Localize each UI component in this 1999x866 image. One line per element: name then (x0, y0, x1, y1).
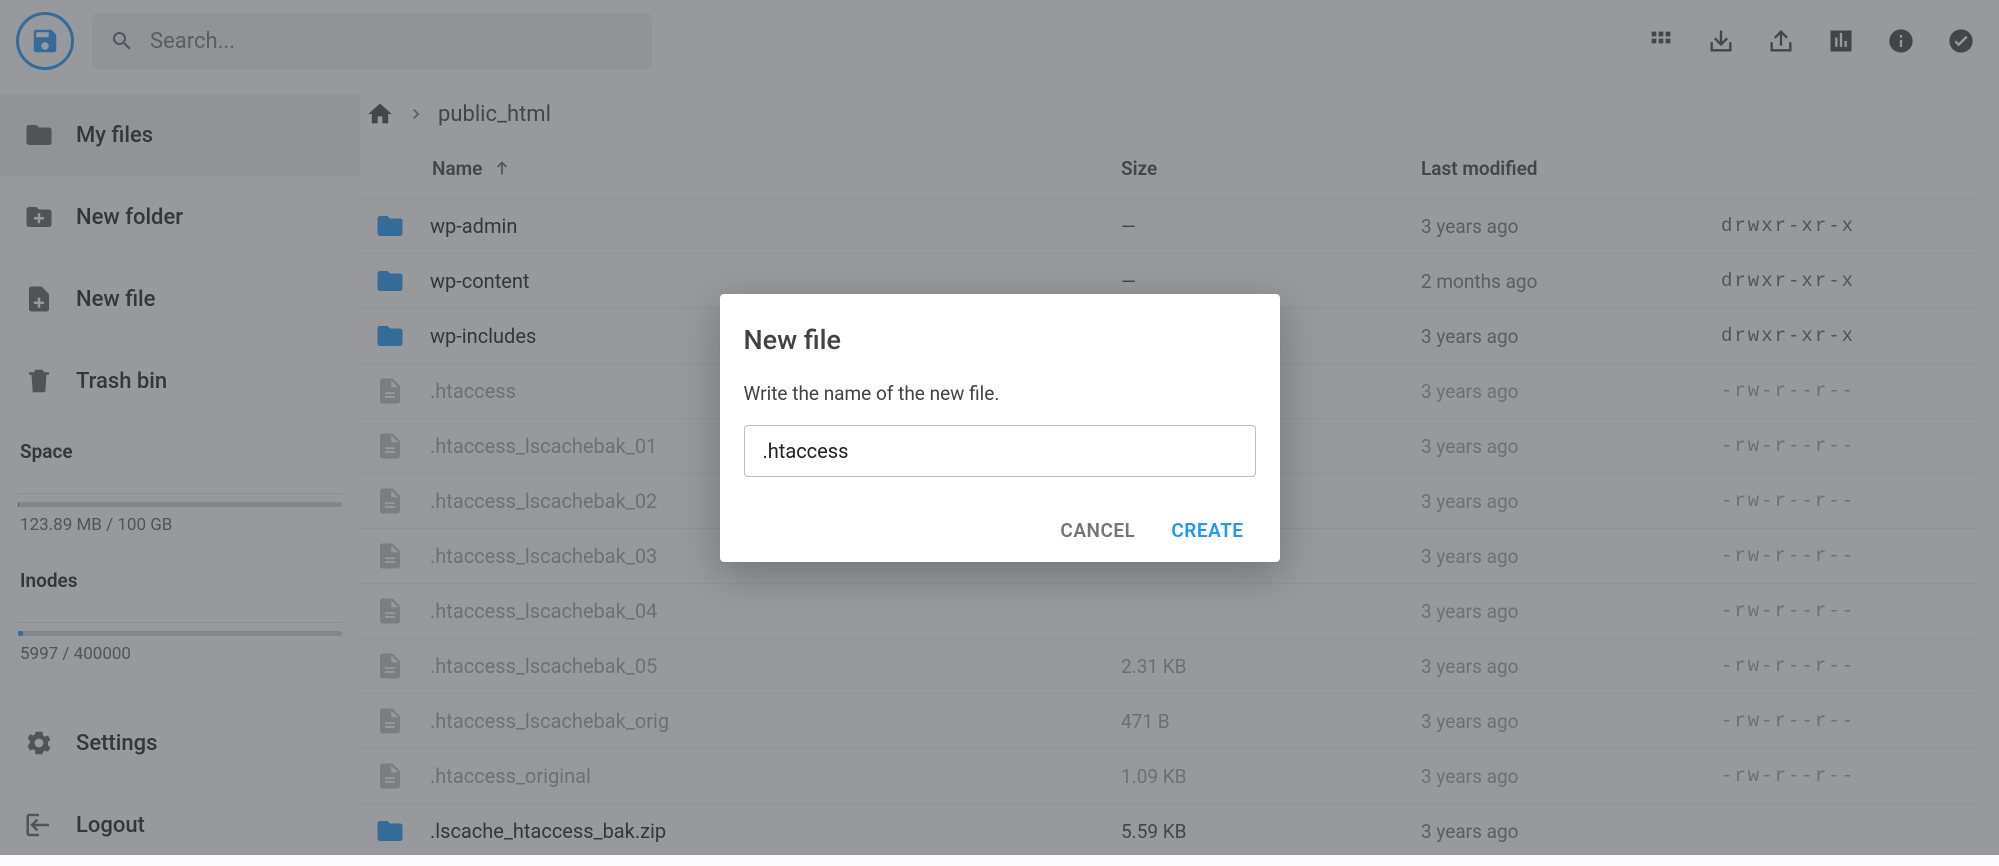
cancel-button[interactable]: CANCEL (1060, 519, 1135, 542)
create-button[interactable]: CREATE (1171, 519, 1243, 542)
dialog-title: New file (744, 324, 1256, 356)
dialog-prompt: Write the name of the new file. (744, 382, 1256, 405)
modal-overlay[interactable]: New file Write the name of the new file.… (0, 0, 1999, 855)
new-file-dialog: New file Write the name of the new file.… (720, 294, 1280, 562)
filename-input[interactable] (744, 425, 1256, 477)
